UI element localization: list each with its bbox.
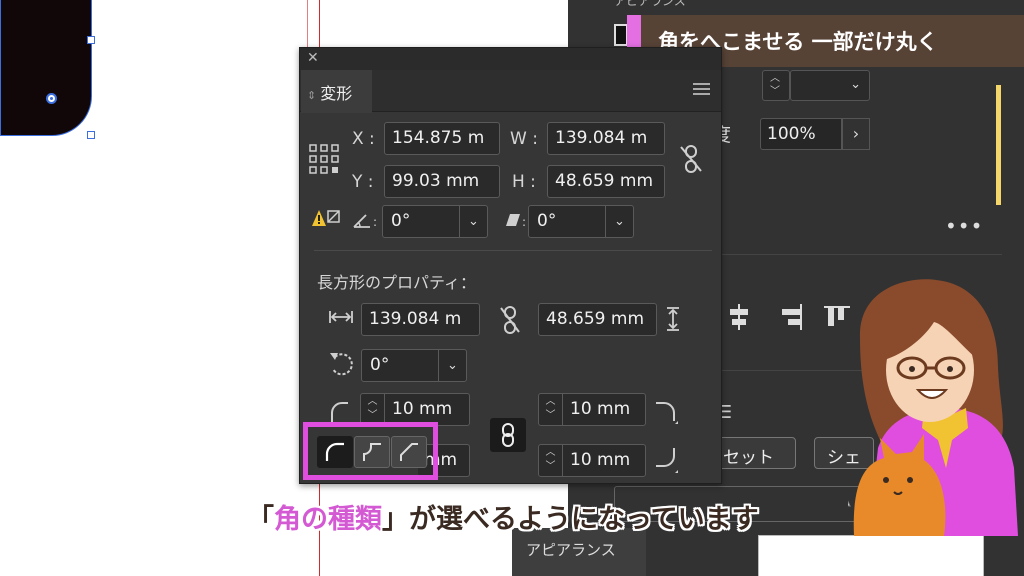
dock-stepper[interactable]: ︿ ﹀ [762,70,790,101]
rotate-angle-value: 0° [391,211,411,231]
link-corners-button[interactable] [490,418,526,452]
stepper-arrows-icon[interactable]: ︿ ﹀ [539,445,563,476]
fill-swatch[interactable] [614,24,628,46]
rotation-dropdown[interactable]: 0° ⌄ [361,349,467,382]
caption-box [758,535,984,576]
chamfer-corner-icon [400,443,418,461]
stepper-arrows-icon[interactable]: ︿ ﹀ [361,394,385,425]
stepper-arrows-icon[interactable]: ︿ ﹀ [539,394,563,425]
link-icon [502,423,514,447]
opacity-field[interactable]: 100% [760,118,842,150]
selection-handle[interactable] [87,36,95,44]
divider [712,254,1002,255]
shear-value: 0° [537,211,557,231]
laptop-illustration [848,500,851,507]
corner-type-chamfer-button[interactable] [391,436,427,468]
dock-dropdown[interactable]: ⌄ [790,70,870,101]
corner-type-round-button[interactable] [317,436,353,468]
round-corner-icon [325,442,344,461]
subtitle-caption: 「角の種類」が選べるようになっています [247,497,759,536]
subtitle-bracket: 「 [247,504,274,535]
x-field[interactable]: 154.875 m [384,122,500,155]
dock-highlight-strip [996,85,1001,205]
rectangle-properties-title: 長方形のプロパティ： [317,273,477,292]
corner-bottom-right-icon [656,448,678,473]
corner-type-selector [303,422,438,480]
corner-top-right-value: 10 mm [570,399,631,419]
h-label: H : [512,172,536,192]
rotate-angle-dropdown[interactable]: 0° ⌄ [382,205,488,238]
more-dots-icon[interactable]: ••• [945,214,983,238]
h-field[interactable]: 48.659 mm [547,165,665,198]
rect-height-field[interactable]: 48.659 mm [538,303,657,336]
tab-sort-icon: ⇕ [307,89,317,102]
tab-transform[interactable]: ⇕ 変形 [301,70,372,113]
live-corner-widget[interactable] [46,93,57,104]
y-field[interactable]: 99.03 mm [384,165,500,198]
tab-label: 変形 [320,84,353,103]
close-icon[interactable]: ✕ [307,50,319,66]
shear-dropdown[interactable]: 0° ⌄ [528,205,634,238]
x-label: X : [352,129,375,149]
chevron-down-icon: ⌄ [459,206,487,237]
chevron-down-icon: ⌄ [850,77,861,92]
rotation-icon [330,353,353,376]
subtitle-highlight: 角の種類 [274,504,382,535]
w-field[interactable]: 139.084 m [547,122,665,155]
divider [314,250,712,251]
align-right-icon[interactable] [776,302,806,332]
dock-top-label: アピアランス [614,0,686,8]
selected-rounded-rectangle[interactable] [0,0,92,136]
svg-text::: : [373,215,377,229]
corner-bottom-right-value: 10 mm [570,450,631,470]
y-label: Y : [352,172,374,192]
corner-top-left-value: 10 mm [392,399,453,419]
warning-icon [312,210,340,226]
presenter-illustration [848,279,1018,536]
rotation-value: 0° [370,355,390,375]
subtitle-bracket: 」 [382,504,409,535]
reset-button[interactable]: セット [714,437,796,469]
width-icon [329,311,353,323]
corner-bottom-right-stepper[interactable]: ︿ ﹀ 10 mm [538,444,646,477]
constrain-proportions-icon[interactable] [678,144,704,174]
chevron-down-icon: ⌄ [605,206,633,237]
w-label: W : [510,129,538,149]
subtitle-text: が選べるようになっています [409,504,759,535]
height-icon [667,307,679,331]
reference-point-icon[interactable] [308,143,340,175]
inverted-round-corner-icon [363,443,381,461]
selection-handle[interactable] [87,131,95,139]
svg-text::: : [522,215,526,229]
shear-icon: : [506,214,526,229]
corner-type-inverted-button[interactable] [354,436,390,468]
chevron-down-icon: ⌄ [438,350,466,381]
rotate-angle-icon: : [353,214,377,229]
link-dimensions-icon[interactable] [498,305,522,335]
rect-width-field[interactable]: 139.084 m [361,303,480,336]
align-center-icon[interactable] [724,302,754,332]
panel-titlebar[interactable] [300,48,721,70]
corner-top-right-icon [656,402,678,424]
corner-top-right-stepper[interactable]: ︿ ﹀ 10 mm [538,393,646,426]
chevron-right-icon[interactable]: › [842,118,870,150]
transform-panel: ✕ ⇕ 変形 X : 154.875 m W : 139.084 m Y : 99… [299,47,722,484]
panel-menu-icon[interactable] [693,83,710,97]
